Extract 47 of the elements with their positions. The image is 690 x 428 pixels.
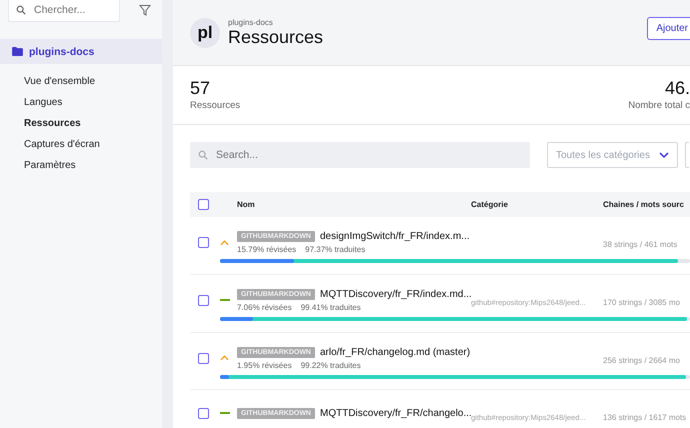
resource-name[interactable]: MQTTDiscovery/fr_FR/index.md... — [320, 288, 472, 300]
project-avatar: pl — [190, 18, 220, 48]
checkbox[interactable] — [198, 408, 209, 419]
resource-name[interactable]: MQTTDiscovery/fr_FR/changelo... — [320, 408, 472, 419]
nav-item[interactable]: Paramètres — [24, 158, 76, 173]
filter-icon[interactable] — [139, 4, 151, 16]
checkbox[interactable] — [198, 237, 209, 248]
stat-label: Ressources — [190, 100, 240, 111]
caret-up-icon — [220, 355, 229, 362]
caret-up-icon — [220, 240, 229, 246]
translated-percent: 99.41% traduites — [300, 302, 361, 312]
project-item[interactable]: plugins-docs — [0, 39, 162, 64]
counts-cell-text: 170 strings / 3085 mo — [603, 298, 681, 307]
column-header[interactable]: Nom — [237, 200, 471, 209]
add-button[interactable]: Ajouter — [647, 17, 690, 40]
breadcrumb[interactable]: plugins-docs — [228, 18, 648, 26]
nav-item[interactable]: Captures d'écran — [24, 137, 100, 152]
search-icon — [16, 5, 26, 15]
reviewed-percent: 15.79% révisées — [237, 245, 296, 254]
dash-icon — [220, 299, 230, 302]
reviewed-percent: 1.95% révisées — [237, 360, 292, 370]
dash-icon — [220, 412, 230, 414]
nav-item[interactable]: Vue d'ensemble — [24, 74, 96, 89]
column-header[interactable]: Catégorie — [471, 200, 603, 209]
checkbox[interactable] — [198, 199, 209, 210]
folder-icon — [12, 47, 23, 56]
search-field[interactable]: Chercher... — [8, 0, 120, 22]
checkbox[interactable] — [198, 352, 209, 364]
counts-cell-text: 38 strings / 461 mots — [603, 240, 678, 249]
reviewed-percent: 7.06% révisées — [237, 302, 292, 312]
stat-value: 46. — [664, 78, 690, 99]
resource-name[interactable]: designImgSwitch/fr_FR/index.m... — [320, 231, 470, 242]
counts-cell-text: 136 strings / 1617 mots — [603, 413, 688, 422]
translated-percent: 99.22% traduites — [300, 360, 361, 370]
search-icon — [198, 150, 208, 160]
resource-name[interactable]: arlo/fr_FR/changelog.md (master) — [320, 346, 470, 358]
checkbox[interactable] — [198, 294, 209, 306]
nav-item[interactable]: Ressources — [24, 116, 81, 131]
nav-item[interactable]: Langues — [24, 95, 62, 110]
column-header[interactable]: Chaines / mots sourc — [603, 200, 690, 209]
search-field[interactable]: Search... — [190, 142, 530, 168]
counts-cell-text: 256 strings / 2664 mo — [603, 356, 681, 365]
page-title: Ressources — [228, 26, 324, 48]
translated-percent: 97.37% traduites — [305, 245, 366, 254]
chevron-icon — [659, 152, 669, 158]
stat-value: 57 — [190, 78, 212, 99]
stat-label: Nombre total c — [628, 100, 690, 111]
